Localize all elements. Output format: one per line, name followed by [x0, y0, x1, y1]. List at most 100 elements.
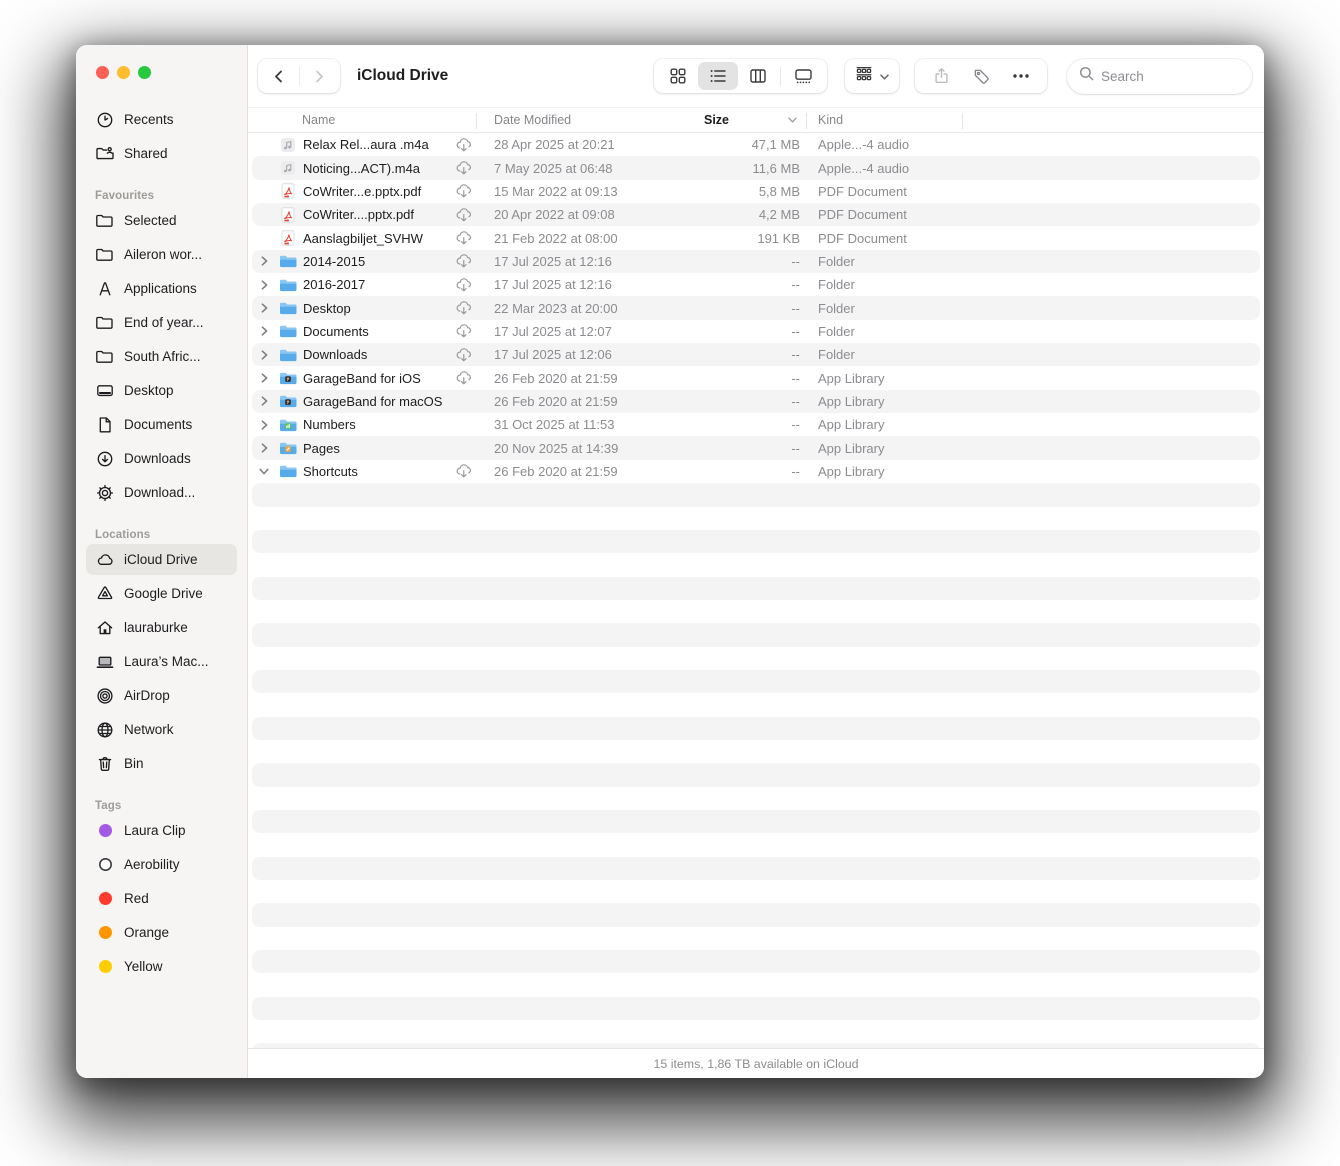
- list-header: Name Date Modified Size Kind: [248, 107, 1264, 133]
- column-header-name[interactable]: Name: [252, 113, 476, 127]
- sidebar-item-documents[interactable]: Documents: [86, 409, 237, 440]
- sidebar-item-shared[interactable]: Shared: [86, 138, 237, 169]
- cloud-download-icon[interactable]: [454, 253, 476, 269]
- tag-button[interactable]: [961, 62, 1001, 90]
- chevron-down-icon[interactable]: [252, 468, 276, 475]
- audio-file-icon: [276, 160, 300, 176]
- file-row[interactable]: CoWriter...e.pptx.pdf15 Mar 2022 at 09:1…: [252, 180, 1260, 203]
- sidebar-item-aerobility[interactable]: Aerobility: [86, 849, 237, 880]
- list-view-button[interactable]: [698, 62, 738, 90]
- tag-dot-icon: [99, 858, 112, 871]
- column-header-date-modified[interactable]: Date Modified: [476, 113, 696, 127]
- zoom-button[interactable]: [138, 66, 151, 79]
- share-button[interactable]: [921, 62, 961, 90]
- sidebar-item-laura-s-mac[interactable]: Laura’s Mac...: [86, 646, 237, 677]
- cloud-download-icon[interactable]: [454, 347, 476, 363]
- folder-garageband-icon: [276, 371, 300, 385]
- column-view-button[interactable]: [738, 62, 778, 90]
- chevron-right-icon[interactable]: [252, 420, 276, 430]
- cloud-download-icon[interactable]: [454, 230, 476, 246]
- file-row[interactable]: CoWriter....pptx.pdf20 Apr 2022 at 09:08…: [252, 203, 1260, 226]
- cloud-download-icon[interactable]: [454, 137, 476, 153]
- chevron-right-icon[interactable]: [252, 396, 276, 406]
- sidebar-item-end-of-year[interactable]: End of year...: [86, 307, 237, 338]
- column-divider[interactable]: [806, 113, 807, 129]
- sidebar-item-google-drive[interactable]: Google Drive: [86, 578, 237, 609]
- icon-wrap: [95, 960, 115, 973]
- more-button[interactable]: [1001, 62, 1041, 90]
- folder-icon: [96, 314, 114, 332]
- file-row[interactable]: Downloads17 Jul 2025 at 12:06--Folder: [252, 343, 1260, 366]
- file-row[interactable]: Numbers31 Oct 2025 at 11:53--App Library: [252, 413, 1260, 436]
- sidebar-item-orange[interactable]: Orange: [86, 917, 237, 948]
- back-button[interactable]: [263, 61, 293, 91]
- sidebar-item-laura-clip[interactable]: Laura Clip: [86, 815, 237, 846]
- minimize-button[interactable]: [117, 66, 130, 79]
- search-input[interactable]: [1101, 69, 1242, 84]
- icon-view-button[interactable]: [658, 62, 698, 90]
- sidebar-item-selected[interactable]: Selected: [86, 205, 237, 236]
- sidebar-item-label: Laura Clip: [124, 823, 186, 838]
- group-by-button[interactable]: [845, 59, 899, 93]
- cloud-download-icon[interactable]: [454, 207, 476, 223]
- icon-wrap: [95, 755, 115, 773]
- chevron-right-icon[interactable]: [252, 280, 276, 290]
- cloud-download-icon[interactable]: [454, 463, 476, 479]
- file-row[interactable]: Aanslagbiljet_SVHW21 Feb 2022 at 08:0019…: [252, 226, 1260, 249]
- column-divider[interactable]: [962, 113, 963, 129]
- chevron-right-icon[interactable]: [252, 350, 276, 360]
- empty-row: [252, 693, 1260, 716]
- gallery-view-button[interactable]: [783, 62, 823, 90]
- file-row[interactable]: 2014-201517 Jul 2025 at 12:16--Folder: [252, 250, 1260, 273]
- file-row[interactable]: Desktop22 Mar 2023 at 20:00--Folder: [252, 296, 1260, 319]
- sidebar-item-download[interactable]: Download...: [86, 477, 237, 508]
- sidebar-item-applications[interactable]: Applications: [86, 273, 237, 304]
- file-date: 17 Jul 2025 at 12:16: [476, 254, 696, 269]
- cloud-download-icon[interactable]: [454, 323, 476, 339]
- search-field[interactable]: [1067, 59, 1252, 94]
- sidebar-item-label: Aerobility: [124, 857, 180, 872]
- chevron-right-icon[interactable]: [252, 443, 276, 453]
- sidebar-item-icloud-drive[interactable]: iCloud Drive: [86, 544, 237, 575]
- close-button[interactable]: [96, 66, 109, 79]
- file-date: 17 Jul 2025 at 12:16: [476, 277, 696, 292]
- cloud-download-icon[interactable]: [454, 183, 476, 199]
- file-size: --: [696, 347, 806, 362]
- sidebar-item-yellow[interactable]: Yellow: [86, 951, 237, 982]
- chevron-right-icon[interactable]: [252, 326, 276, 336]
- cloud-download-icon[interactable]: [454, 277, 476, 293]
- forward-button[interactable]: [305, 61, 335, 91]
- file-row[interactable]: Noticing...ACT).m4a7 May 2025 at 06:4811…: [252, 156, 1260, 179]
- column-header-kind[interactable]: Kind: [806, 113, 1264, 127]
- chevron-right-icon[interactable]: [252, 303, 276, 313]
- sidebar-item-lauraburke[interactable]: lauraburke: [86, 612, 237, 643]
- sidebar-item-recents[interactable]: Recents: [86, 104, 237, 135]
- sidebar-item-red[interactable]: Red: [86, 883, 237, 914]
- cloud-download-icon[interactable]: [454, 160, 476, 176]
- sidebar-item-south-afric[interactable]: South Afric...: [86, 341, 237, 372]
- column-divider[interactable]: [476, 113, 477, 129]
- icon-wrap: [95, 280, 115, 298]
- chevron-right-icon[interactable]: [252, 256, 276, 266]
- file-row[interactable]: Relax Rel...aura .m4a28 Apr 2025 at 20:2…: [252, 133, 1260, 156]
- sidebar-item-airdrop[interactable]: AirDrop: [86, 680, 237, 711]
- column-header-size[interactable]: Size: [696, 113, 806, 127]
- sidebar-item-desktop[interactable]: Desktop: [86, 375, 237, 406]
- file-row[interactable]: 2016-201717 Jul 2025 at 12:16--Folder: [252, 273, 1260, 296]
- sidebar-item-aileron-wor[interactable]: Aileron wor...: [86, 239, 237, 270]
- empty-row: [252, 997, 1260, 1020]
- file-row[interactable]: GarageBand for iOS26 Feb 2020 at 21:59--…: [252, 366, 1260, 389]
- cloud-download-icon[interactable]: [454, 300, 476, 316]
- file-row[interactable]: Documents17 Jul 2025 at 12:07--Folder: [252, 320, 1260, 343]
- sidebar-item-network[interactable]: Network: [86, 714, 237, 745]
- icon-wrap: [95, 926, 115, 939]
- cloud-download-icon[interactable]: [454, 370, 476, 386]
- file-row[interactable]: Pages20 Nov 2025 at 14:39--App Library: [252, 436, 1260, 459]
- file-row[interactable]: GarageBand for macOS26 Feb 2020 at 21:59…: [252, 390, 1260, 413]
- chevron-right-icon[interactable]: [252, 373, 276, 383]
- sidebar-item-downloads[interactable]: Downloads: [86, 443, 237, 474]
- sidebar-item-bin[interactable]: Bin: [86, 748, 237, 779]
- desktop-icon: [96, 382, 114, 400]
- file-kind: Folder: [806, 254, 1260, 269]
- file-row[interactable]: Shortcuts26 Feb 2020 at 21:59--App Libra…: [252, 460, 1260, 483]
